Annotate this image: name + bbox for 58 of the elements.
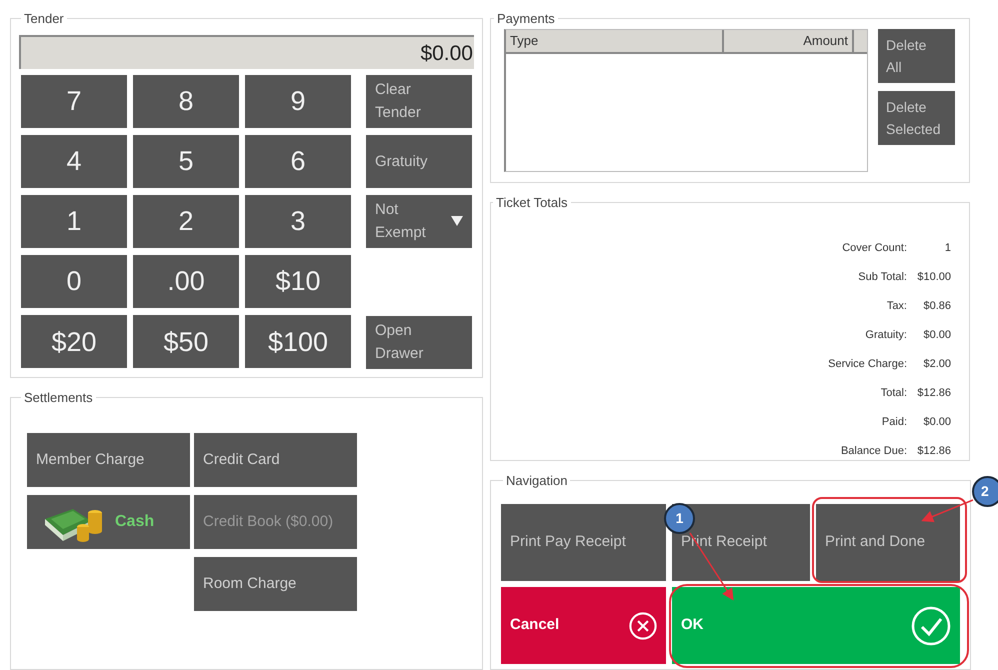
- total-value: $2.00: [922, 357, 951, 372]
- action-button[interactable]: Clear Tender: [366, 74, 472, 128]
- settlement-button[interactable]: Credit Card: [194, 433, 357, 487]
- keypad-key[interactable]: $10: [245, 255, 351, 308]
- annotation-arrow: [921, 499, 974, 522]
- total-label: Tax:: [886, 299, 907, 314]
- nav-button[interactable]: Print and Done: [816, 504, 960, 582]
- group-title: Tender: [23, 10, 65, 28]
- column-header: Type: [506, 30, 724, 52]
- keypad-key[interactable]: 7: [21, 74, 127, 128]
- total-label: Total:: [880, 386, 907, 402]
- keypad-key[interactable]: 4: [21, 134, 127, 188]
- settlement-button[interactable]: Member Charge: [27, 433, 190, 487]
- close-icon: [629, 612, 657, 640]
- settlement-button[interactable]: Cash: [27, 495, 190, 549]
- total-label: Cover Count:: [842, 241, 907, 256]
- total-value: 1: [944, 241, 951, 256]
- tender-amount-display: $0.00: [19, 34, 474, 68]
- keypad-key[interactable]: 1: [21, 194, 127, 248]
- total-label: Gratuity:: [865, 328, 907, 344]
- group-title: Payments: [496, 10, 556, 28]
- total-label: Paid:: [882, 415, 907, 430]
- group-title: Settlements: [23, 388, 94, 406]
- cancel-button[interactable]: Cancel: [501, 587, 666, 664]
- ok-button[interactable]: OK: [672, 587, 960, 664]
- action-button[interactable]: Open Drawer: [366, 316, 472, 368]
- caret-icon: [451, 216, 463, 226]
- group-title: Ticket Totals: [495, 194, 569, 212]
- keypad-key[interactable]: $50: [133, 315, 239, 368]
- keypad-key[interactable]: 5: [133, 134, 239, 188]
- keypad-key[interactable]: 9: [245, 74, 351, 128]
- action-button[interactable]: Delete Selected: [878, 90, 955, 144]
- total-value: $12.86: [916, 444, 951, 460]
- total-label: Sub Total:: [858, 270, 907, 286]
- action-button[interactable]: Gratuity: [366, 134, 472, 188]
- dropdown-button[interactable]: Not Exempt: [366, 194, 472, 248]
- keypad-key[interactable]: $20: [21, 315, 127, 368]
- total-value: $0.00: [922, 328, 951, 344]
- keypad-key[interactable]: 0: [21, 255, 127, 308]
- keypad-key[interactable]: 2: [133, 194, 239, 248]
- action-button[interactable]: Delete All: [878, 28, 955, 82]
- keypad-key[interactable]: $100: [245, 315, 351, 368]
- column-header: Amount: [724, 30, 854, 52]
- total-value: $0.00: [922, 415, 951, 430]
- keypad-key[interactable]: 3: [245, 194, 351, 248]
- total-label: Balance Due:: [840, 444, 907, 460]
- total-value: $10.00: [916, 270, 951, 286]
- total-value: $0.86: [922, 299, 951, 314]
- keypad-key[interactable]: 8: [133, 74, 239, 128]
- total-label: Service Charge:: [828, 357, 907, 372]
- group-title: Navigation: [505, 472, 568, 490]
- total-value: $12.86: [916, 386, 951, 402]
- nav-button[interactable]: Print Pay Receipt: [501, 504, 666, 582]
- keypad-key[interactable]: .00: [133, 255, 239, 308]
- callout-badge: 2: [972, 476, 998, 507]
- settlement-button[interactable]: Room Charge: [194, 557, 357, 611]
- check-icon: [911, 606, 951, 646]
- keypad-key[interactable]: 6: [245, 134, 351, 188]
